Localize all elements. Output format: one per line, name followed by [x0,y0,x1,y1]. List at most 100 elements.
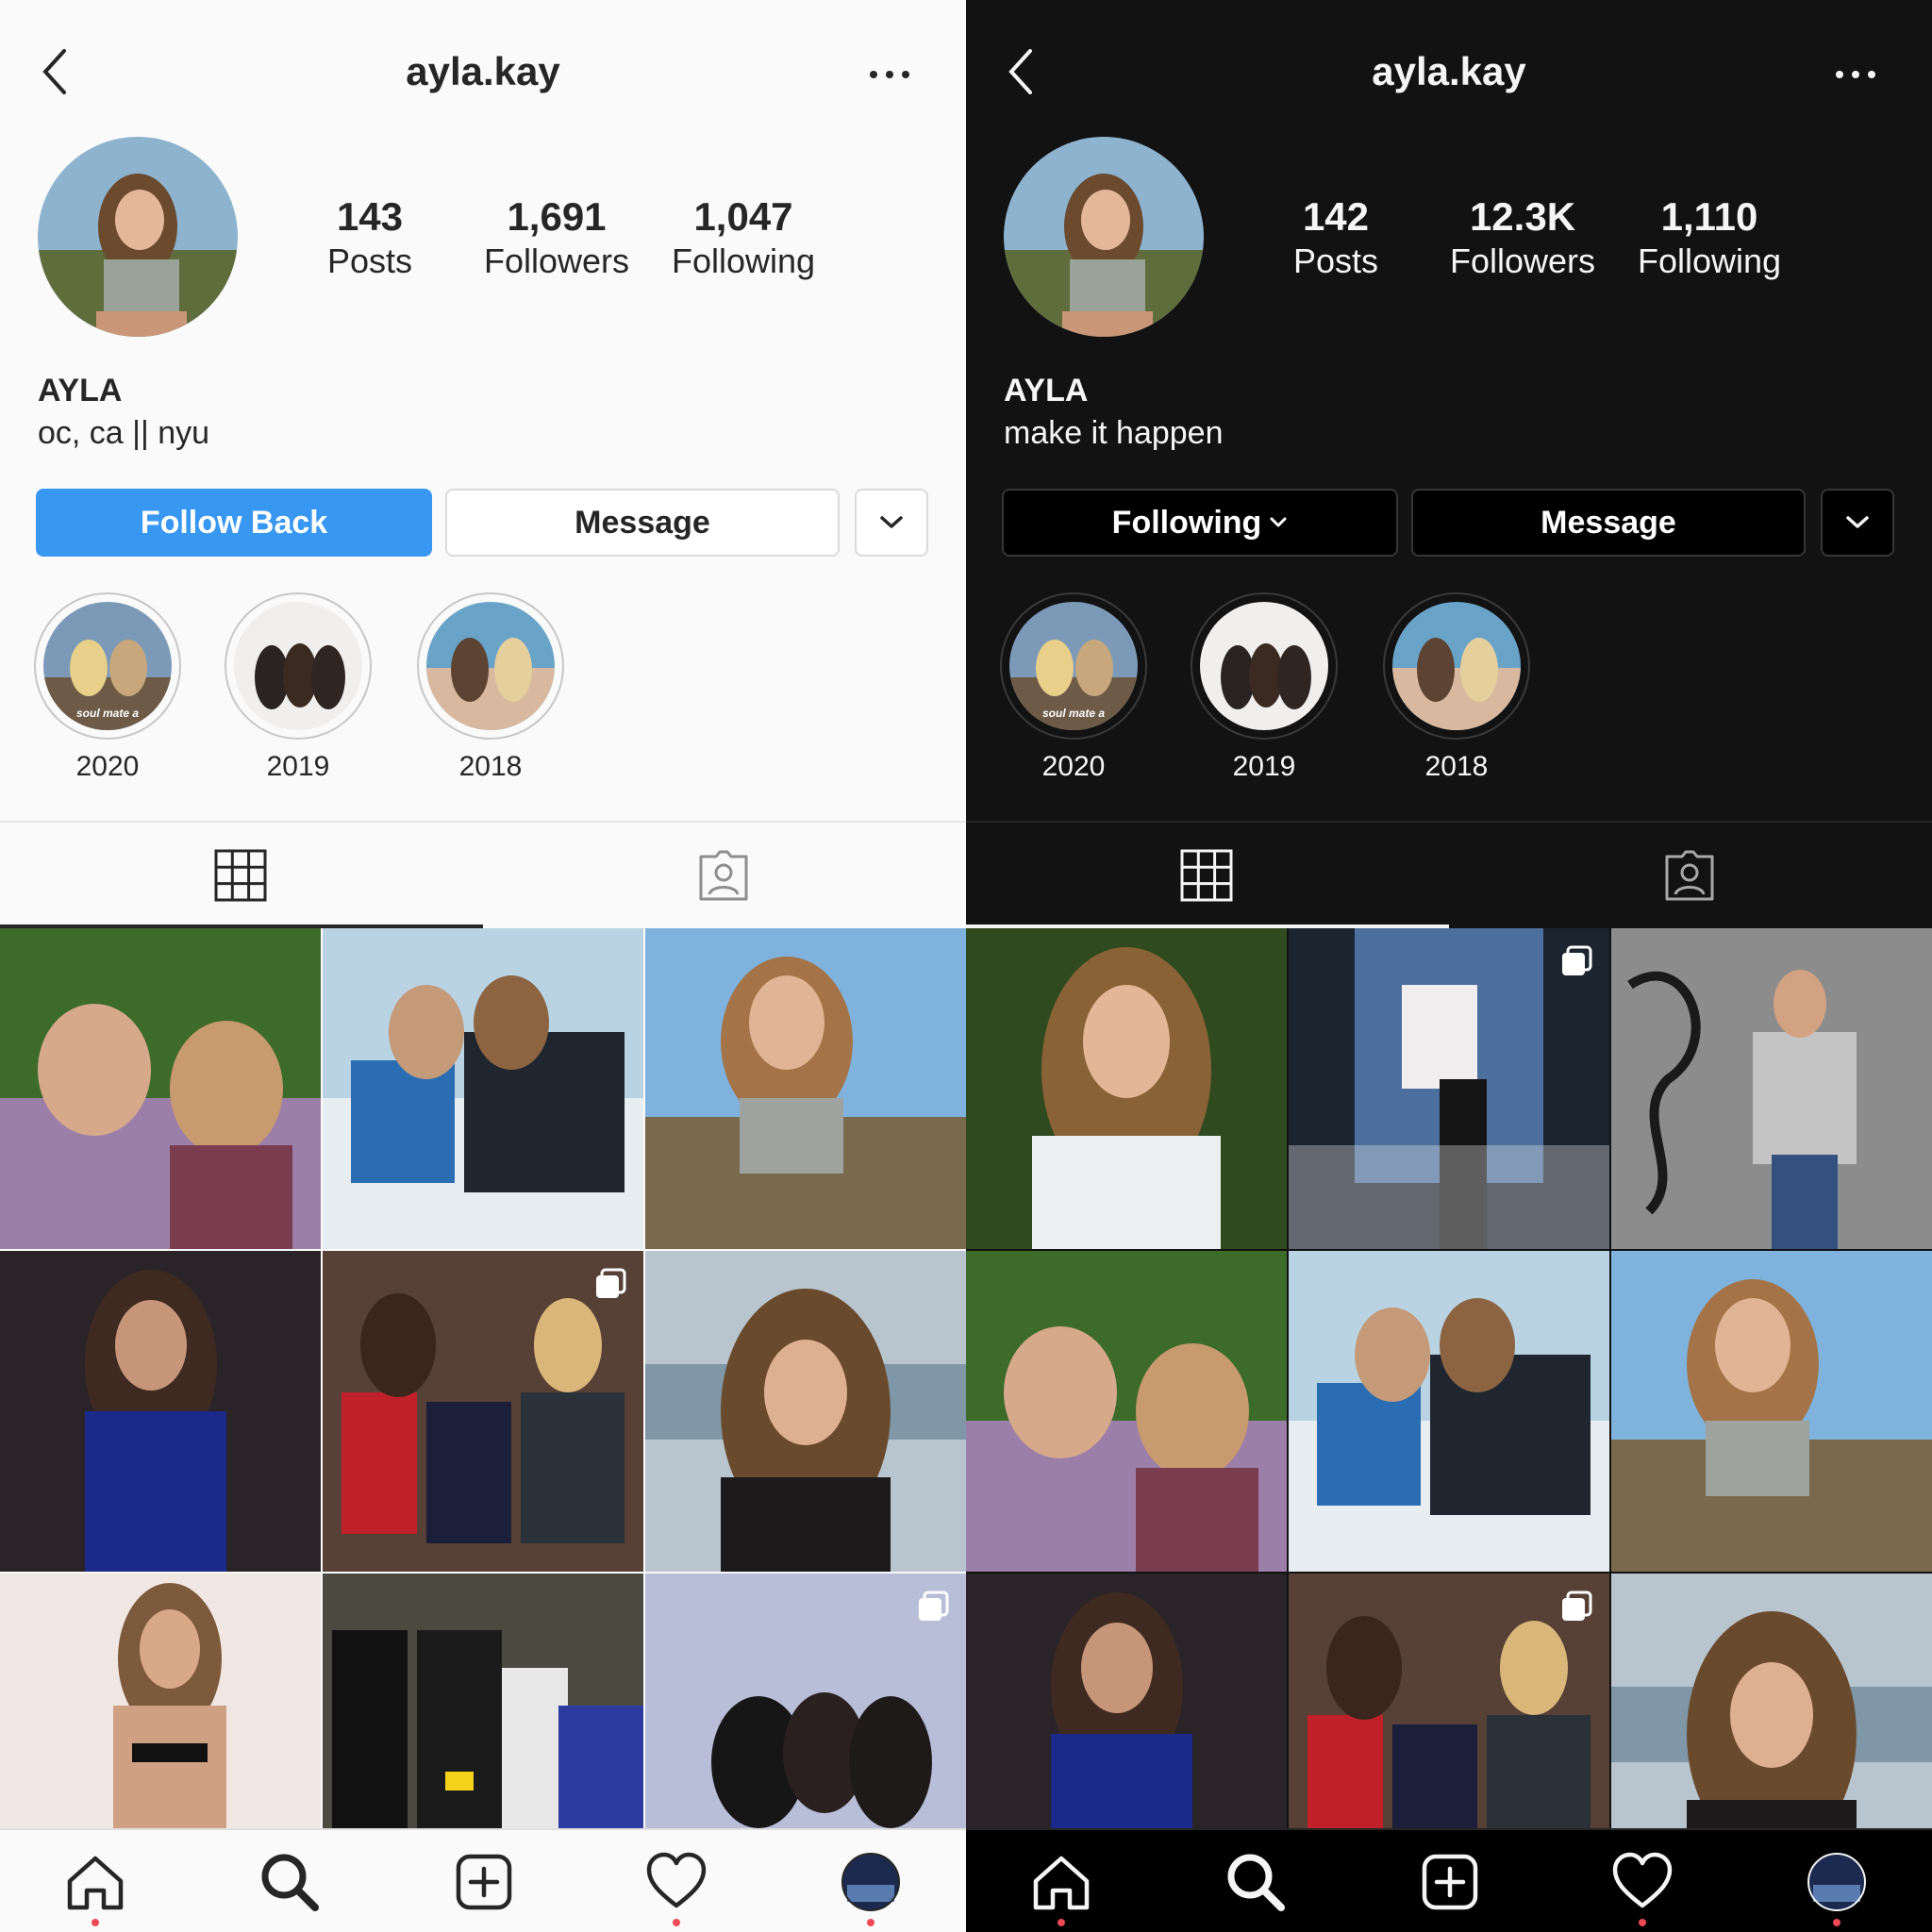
followers-count: 1,691 [507,194,607,239]
post-thumbnail[interactable] [645,928,966,1249]
grid-icon[interactable] [1178,847,1235,904]
following-stat[interactable]: 1,047 Following [640,193,847,282]
notification-dot [92,1919,99,1926]
highlight-caption: soul mate a [1042,707,1105,720]
highlight-cover [234,602,362,730]
following-label: Following [671,242,816,280]
multiple-posts-icon [1562,1591,1592,1621]
profile-stats: 142 Posts 12.3K Followers 1,110 Followin… [966,193,1932,288]
profile-stats: 143 Posts 1,691 Followers 1,047 Followin… [0,193,966,288]
highlight-cover: soul mate a [43,602,172,730]
posts-stat[interactable]: 143 Posts [266,193,474,282]
post-thumbnail[interactable] [966,1251,1287,1572]
post-thumbnail[interactable] [966,1574,1287,1828]
home-icon[interactable] [62,1849,128,1915]
post-thumbnail[interactable] [0,1251,321,1572]
highlight-2020[interactable]: soul mate a 2020 [998,592,1149,783]
grid-icon[interactable] [212,847,269,904]
followers-stat[interactable]: 12.3K Followers [1419,193,1626,282]
post-thumbnail[interactable] [0,928,321,1249]
top-bar: ayla.kay [966,0,1932,142]
following-button-label: Following [1111,504,1262,541]
profile-avatar[interactable] [838,1849,904,1915]
suggested-dropdown-button[interactable] [855,489,928,557]
post-thumbnail[interactable] [966,928,1287,1249]
multiple-posts-icon [596,1268,626,1298]
highlight-2018[interactable]: 2018 [415,592,566,783]
search-icon[interactable] [1223,1849,1289,1915]
post-thumbnail[interactable] [323,1251,643,1572]
highlight-ring: soul mate a [34,592,181,740]
chevron-down-icon [880,516,903,528]
following-button[interactable]: Following [1002,489,1398,557]
highlight-label: 2020 [1041,751,1106,782]
bottom-nav [966,1828,1932,1932]
following-count: 1,047 [693,194,793,239]
highlight-ring [1191,592,1338,740]
profile-avatar[interactable] [1804,1849,1870,1915]
bottom-nav [0,1828,966,1932]
heart-icon[interactable] [643,1849,709,1915]
profile-screen-dark: ayla.kay 142 Posts 12.3K Followers 1,110… [966,0,1932,1932]
posts-count: 142 [1302,194,1370,239]
post-thumbnail[interactable] [323,1574,643,1828]
highlight-2020[interactable]: soul mate a 2020 [32,592,183,783]
highlight-cover [426,602,555,730]
tagged-person-icon[interactable] [1661,847,1718,904]
highlight-label: 2019 [1232,751,1296,782]
highlight-label: 2020 [75,751,140,782]
post-thumbnail[interactable] [1289,1574,1609,1828]
highlight-ring [1383,592,1530,740]
suggested-dropdown-button[interactable] [1821,489,1894,557]
post-thumbnail[interactable] [1611,928,1932,1249]
message-button[interactable]: Message [1411,489,1806,557]
tagged-person-icon[interactable] [695,847,752,904]
post-thumbnail[interactable] [1611,1251,1932,1572]
chevron-down-icon [1270,517,1287,527]
more-options-icon[interactable] [866,60,913,89]
post-thumbnail[interactable] [1611,1574,1932,1828]
highlight-2019[interactable]: 2019 [1189,592,1340,783]
following-count: 1,110 [1660,194,1758,239]
followers-stat[interactable]: 1,691 Followers [453,193,660,282]
highlight-2018[interactable]: 2018 [1381,592,1532,783]
highlight-cover [1200,602,1328,730]
highlight-2019[interactable]: 2019 [223,592,374,783]
post-thumbnail[interactable] [1289,1251,1609,1572]
search-icon[interactable] [257,1849,323,1915]
post-thumbnail[interactable] [1289,928,1609,1249]
top-bar: ayla.kay [0,0,966,142]
display-name: AYLA [1004,373,1089,408]
post-thumbnail[interactable] [323,928,643,1249]
highlight-cover [1392,602,1521,730]
post-thumbnail[interactable] [0,1574,321,1828]
highlight-ring [417,592,564,740]
followers-label: Followers [483,242,630,280]
follow-back-button[interactable]: Follow Back [36,489,432,557]
notification-dot [673,1919,680,1926]
post-thumbnail[interactable] [645,1251,966,1572]
followers-label: Followers [1449,242,1596,280]
following-stat[interactable]: 1,110 Following [1606,193,1813,282]
post-thumbnail[interactable] [645,1574,966,1828]
profile-tabs [0,821,966,928]
posts-count: 143 [336,194,404,239]
home-icon[interactable] [1028,1849,1094,1915]
highlight-caption: soul mate a [76,707,139,720]
posts-grid [0,928,966,1828]
posts-label: Posts [1292,242,1379,280]
chevron-down-icon [1846,516,1869,528]
profile-screen-light: ayla.kay 143 Posts 1,691 Followers 1,047… [0,0,966,1932]
profile-username: ayla.kay [1372,49,1526,93]
highlight-cover: soul mate a [1009,602,1138,730]
bio-text: make it happen [1004,415,1224,451]
plus-square-icon[interactable] [1417,1849,1483,1915]
message-button[interactable]: Message [445,489,840,557]
posts-stat[interactable]: 142 Posts [1232,193,1440,282]
highlight-label: 2018 [1424,751,1489,782]
profile-tabs [966,821,1932,928]
posts-label: Posts [326,242,413,280]
more-options-icon[interactable] [1832,60,1879,89]
heart-icon[interactable] [1609,1849,1675,1915]
plus-square-icon[interactable] [451,1849,517,1915]
